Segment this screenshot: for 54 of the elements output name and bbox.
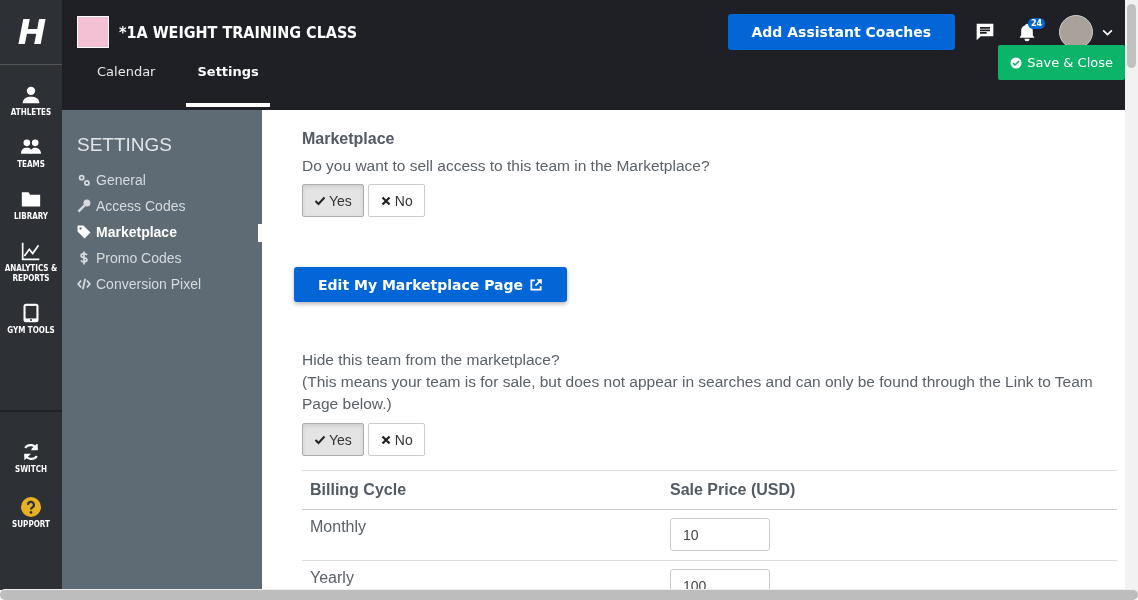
- table-cell-text: Monthly: [309, 517, 368, 537]
- section-title: Marketplace: [302, 130, 396, 148]
- gears-icon: [77, 173, 91, 187]
- question-text: Hide this team from the marketplace?: [302, 350, 561, 370]
- column-header: Billing Cycle: [309, 480, 408, 500]
- x-icon: [379, 433, 392, 446]
- code-icon: [77, 277, 91, 291]
- refresh-icon: [21, 442, 41, 462]
- help-icon: [21, 497, 41, 517]
- person-icon: [21, 85, 41, 105]
- key-icon: [77, 199, 91, 213]
- check-circle-icon: [1010, 56, 1023, 69]
- nav-item[interactable]: GYM TOOLS: [0, 303, 62, 336]
- people-icon: [21, 137, 41, 157]
- note-text: (This means your team is for sale, but does not appear in searches and can only be found through the Link to Team Page below.): [302, 372, 1094, 414]
- sidebar-item[interactable]: Marketplace: [77, 219, 262, 245]
- question-text: Do you want to sell access to this team in the Marketplace?: [302, 156, 711, 176]
- edit-marketplace-button[interactable]: Edit My Marketplace Page: [294, 267, 568, 302]
- nav-item[interactable]: ATHLETES: [0, 85, 62, 118]
- tablet-icon: [21, 303, 41, 323]
- column-header: Sale Price (USD): [669, 480, 797, 500]
- toggle-button[interactable]: No: [367, 423, 425, 456]
- dollar-icon: [77, 251, 91, 265]
- toggle-button[interactable]: Yes: [302, 423, 364, 456]
- selection-marker: [258, 224, 262, 242]
- notification-badge: 24: [1028, 18, 1046, 29]
- nav-item[interactable]: LIBRARY: [0, 189, 62, 222]
- check-icon: [314, 433, 326, 446]
- table-cell-text: Yearly: [309, 568, 355, 588]
- x-icon: [379, 194, 392, 207]
- nav-item[interactable]: SWITCH: [0, 442, 62, 475]
- sidebar-item[interactable]: Access Codes: [77, 193, 262, 219]
- team-logo-image: [77, 16, 109, 48]
- check-icon: [314, 194, 326, 207]
- line-chart-icon: [21, 241, 41, 261]
- nav-item[interactable]: ANALYTICS & REPORTS: [0, 241, 62, 284]
- team-title: *1A WEIGHT TRAINING CLASS: [119, 22, 357, 42]
- sidebar-item[interactable]: Conversion Pixel: [77, 271, 262, 297]
- tag-icon: [77, 225, 91, 239]
- sidebar-item[interactable]: General: [77, 167, 262, 193]
- scrollbar[interactable]: [0, 589, 1138, 600]
- add-coaches-button[interactable]: Add Assistant Coaches: [727, 14, 955, 50]
- folder-icon: [21, 189, 41, 209]
- sidebar-item[interactable]: Promo Codes: [77, 245, 262, 271]
- price-input[interactable]: 10: [670, 518, 770, 551]
- scrollbar[interactable]: [1125, 0, 1138, 590]
- sidebar-heading: SETTINGS: [77, 134, 173, 156]
- external-link-icon: [529, 277, 544, 292]
- tab[interactable]: Calendar: [86, 64, 167, 107]
- nav-item[interactable]: TEAMS: [0, 137, 62, 170]
- toggle-button[interactable]: Yes: [302, 184, 364, 217]
- toggle-button[interactable]: No: [367, 184, 425, 217]
- nav-item[interactable]: SUPPORT: [0, 497, 62, 530]
- chat-icon: [975, 22, 995, 42]
